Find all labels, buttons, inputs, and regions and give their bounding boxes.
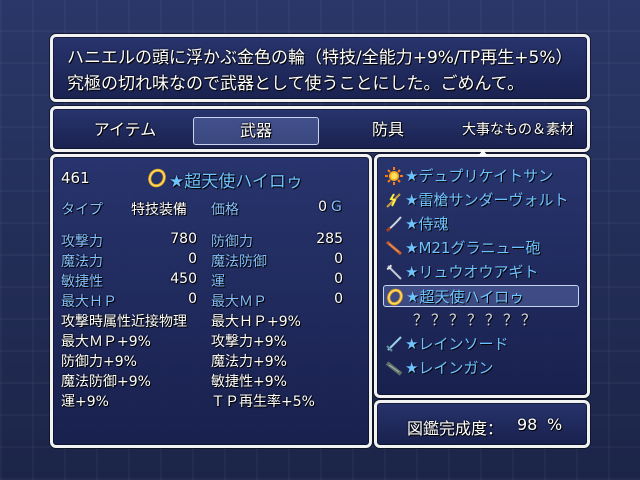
param-label-mdf: 魔法防御 [211,254,267,270]
param-label-agi: 敏捷性 [61,274,103,290]
sun-icon [385,167,403,185]
list-item[interactable]: ★レインガン [383,357,579,379]
param-value-mdf: 0 [334,251,343,267]
tab-key-items[interactable]: 大事なもの＆素材 [453,117,583,143]
completion-unit: % [547,415,563,434]
param-label-luk: 運 [211,274,225,290]
completion-window: 図鑑完成度： 98 % [374,400,590,448]
param-label-def: 防御力 [211,234,253,250]
katana-icon [385,216,402,233]
type-value: 特技装備 [131,202,187,218]
param-value-atk: 780 [170,231,197,247]
help-line-2: 究極の切れ味なので武器として使うことにした。ごめんて。 [67,74,525,94]
trait: 最大ＭＰ+9% [61,334,151,350]
type-label: タイプ [61,202,103,218]
list-item-unknown[interactable]: ？？？？？？？ [383,309,579,331]
item-list-window: ★デュプリケイトサン ★雷槍サンダーヴォルト ★侍魂 ★M21グラニュー砲 ★リ… [374,150,590,398]
list-item[interactable]: ★レインソード [383,333,579,355]
tab-items[interactable]: アイテム [73,117,177,143]
trait: ＴＰ再生率+5% [211,394,315,410]
param-label-mat: 魔法力 [61,254,103,270]
item-name-label: ★レインガン [405,359,494,377]
sword-icon [386,336,402,352]
trait: 防御力+9% [61,354,137,370]
trait: 敏捷性+9% [211,374,287,390]
trait: 運+9% [61,394,109,410]
scroll-up-arrow-icon[interactable] [478,150,488,156]
help-line-1: ハニエルの頭に浮かぶ金色の輪（特技/全能力+9%/TP再生+5%） [67,48,573,68]
list-item[interactable]: ★デュプリケイトサン [383,165,579,187]
item-name: ★超天使ハイロゥ [169,172,303,192]
param-value-luk: 0 [334,271,343,287]
item-name-label: ★レインソード [405,335,509,353]
trait: 攻撃時属性近接物理 [61,314,187,330]
item-name-label: ★M21グラニュー砲 [405,239,541,257]
param-value-mat: 0 [188,251,197,267]
completion-label: 図鑑完成度： [407,419,504,438]
trait: 魔法力+9% [211,354,287,370]
halo-ring-icon [148,168,166,188]
item-name-label: ★デュプリケイトサン [405,167,554,185]
lightning-spear-icon [386,193,401,208]
param-label-atk: 攻撃力 [61,234,103,250]
currency: G [331,199,342,215]
item-name-label: ？？？？？？？ [413,311,540,329]
tab-armors[interactable]: 防具 [333,117,443,143]
list-item[interactable]: ★侍魂 [383,213,579,235]
tab-weapons[interactable]: 武器 [193,117,319,145]
price-value: 0 [318,199,327,215]
trait: 攻撃力+9% [211,334,287,350]
price-label: 価格 [211,202,239,218]
param-value-agi: 450 [170,271,197,287]
completion-value: 98 [517,415,538,434]
help-window: ハニエルの頭に浮かぶ金色の輪（特技/全能力+9%/TP再生+5%） 究極の切れ味… [50,34,590,102]
status-window: 461 ★超天使ハイロゥ タイプ 特技装備 価格 0 G 攻撃力 780 防御力… [50,154,372,448]
trait: 最大ＨＰ+9% [211,314,301,330]
param-value-def: 285 [316,231,343,247]
param-value-mhp: 0 [188,291,197,307]
item-name-label: ★超天使ハイロゥ [406,288,525,306]
list-item[interactable]: ★M21グラニュー砲 [383,237,579,259]
list-item-selected[interactable]: ★超天使ハイロゥ [383,285,579,307]
param-label-mmp: 最大ＭＰ [211,294,267,310]
cannon-icon [386,240,402,256]
claw-spear-icon [386,264,402,280]
list-item[interactable]: ★雷槍サンダーヴォルト [383,189,579,211]
halo-ring-icon [387,288,403,306]
item-name-label: ★侍魂 [405,215,449,233]
item-name-label: ★リュウオウアギト [405,263,539,281]
list-item[interactable]: ★リュウオウアギト [383,261,579,283]
param-value-mmp: 0 [334,291,343,307]
item-id: 461 [61,169,90,187]
item-name-label: ★雷槍サンダーヴォルト [405,191,569,209]
trait: 魔法防御+9% [61,374,151,390]
param-label-mhp: 最大ＨＰ [61,294,117,310]
category-window: アイテム 武器 防具 大事なもの＆素材 [50,106,590,152]
gun-icon [385,361,403,376]
